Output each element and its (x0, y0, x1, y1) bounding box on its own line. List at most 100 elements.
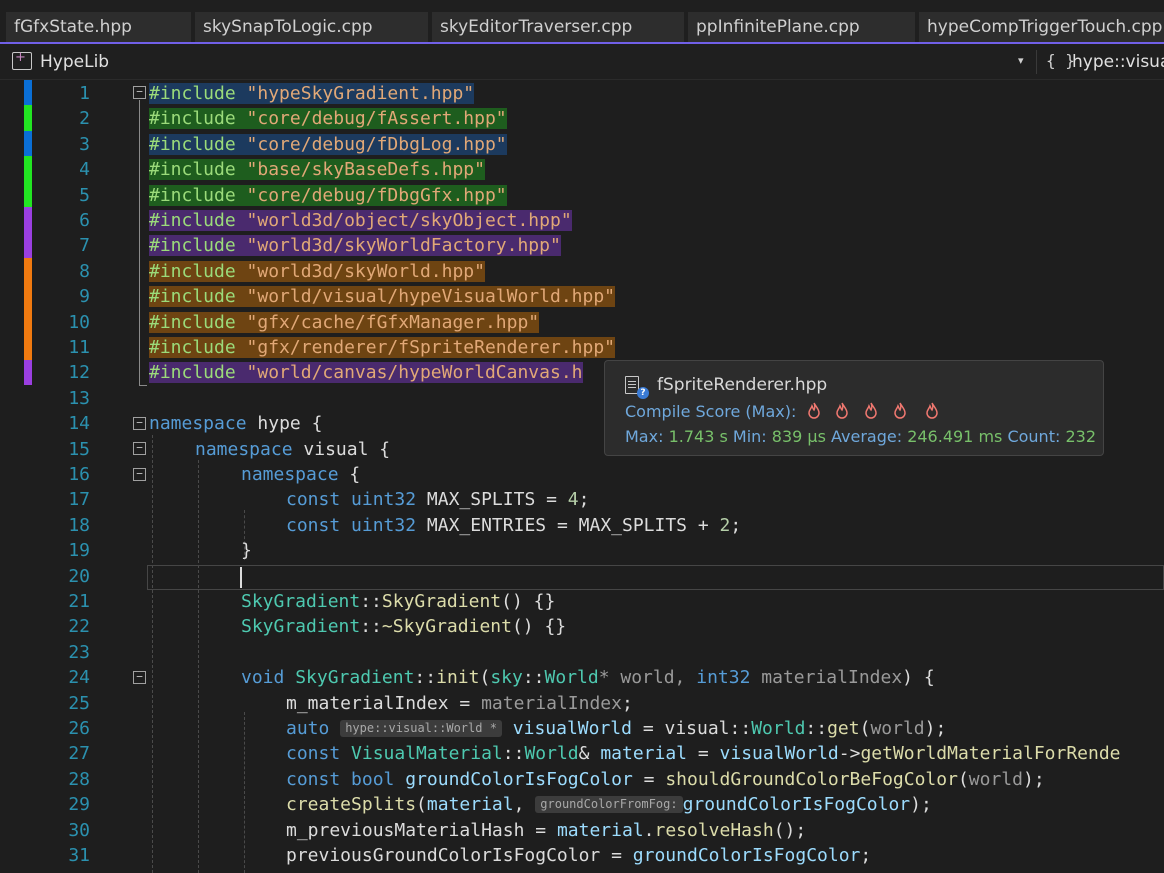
line-number: 5 (79, 185, 90, 206)
line-number: 24 (68, 667, 90, 688)
code-line: auto hype::visual::World * visualWorld =… (286, 718, 947, 739)
compile-score-tooltip: ? fSpriteRenderer.hpp Compile Score (Max… (604, 360, 1104, 456)
code-line: const VisualMaterial::World& material = … (286, 743, 1121, 764)
line-number: 2 (79, 108, 90, 129)
line-number: 26 (68, 718, 90, 739)
flame-icon (925, 402, 939, 420)
count-value: 232 (1065, 427, 1096, 446)
code-line: namespace { (241, 464, 361, 485)
change-bar (24, 105, 32, 131)
code-line: m_previousMaterialHash = material.resolv… (286, 820, 807, 841)
code-line: #include "core/debug/fDbgGfx.hpp" (149, 185, 507, 206)
line-number: 16 (68, 464, 90, 485)
line-number: 7 (79, 235, 90, 256)
scope-braces-icon: { } (1046, 51, 1075, 70)
tooltip-filename: fSpriteRenderer.hpp (657, 375, 828, 395)
current-line-highlight (147, 565, 1164, 590)
code-line: } (241, 540, 252, 561)
change-bar (24, 258, 32, 360)
line-number: 11 (68, 337, 90, 358)
line-number: 30 (68, 820, 90, 841)
line-number: 13 (68, 388, 90, 409)
code-line: SkyGradient::SkyGradient() {} (241, 591, 556, 612)
min-value: 839 µs (771, 427, 826, 446)
change-bar (24, 80, 32, 105)
line-number: 21 (68, 591, 90, 612)
indent-guide (198, 460, 199, 873)
max-value: 1.743 s (668, 427, 728, 446)
line-number: 10 (68, 312, 90, 333)
line-number: 18 (68, 515, 90, 536)
code-line: #include "gfx/cache/fGfxManager.hpp" (149, 312, 540, 333)
outline-guide (139, 385, 147, 386)
fold-toggle[interactable]: − (133, 442, 146, 455)
project-selector[interactable]: HypeLib (40, 52, 109, 72)
code-line: const uint32 MAX_ENTRIES = MAX_SPLITS + … (286, 515, 742, 536)
code-line: #include "base/skyBaseDefs.hpp" (149, 159, 485, 180)
line-number: 6 (79, 210, 90, 231)
tab-bar: fGfxState.hpp skySnapToLogic.cpp skyEdit… (0, 0, 1164, 42)
line-number: 20 (68, 566, 90, 587)
tab-skyeditortraverser[interactable]: skyEditorTraverser.cpp (432, 12, 684, 42)
line-number: 1 (79, 83, 90, 104)
line-number: 27 (68, 743, 90, 764)
tab-fgfxstate[interactable]: fGfxState.hpp (6, 12, 191, 42)
code-line: #include "world3d/object/skyObject.hpp" (149, 210, 572, 231)
indent-guide (152, 435, 153, 873)
code-line: #include "core/debug/fAssert.hpp" (149, 108, 507, 129)
code-line: namespace hype { (149, 413, 323, 434)
average-label: Average: (831, 427, 903, 446)
average-value: 246.491 ms (907, 427, 1003, 446)
chevron-down-icon[interactable]: ▾ (1018, 54, 1024, 67)
flame-icon (864, 402, 878, 420)
code-line: #include "world3d/skyWorld.hpp" (149, 261, 485, 282)
code-line: namespace visual { (195, 439, 391, 460)
change-bar (24, 131, 32, 156)
code-line: const bool groundColorIsFogColor = shoul… (286, 769, 1045, 790)
flame-icon (893, 402, 907, 420)
code-line: #include "core/debug/fDbgLog.hpp" (149, 134, 507, 155)
tab-skysnaptologic[interactable]: skySnapToLogic.cpp (195, 12, 428, 42)
outline-guide (139, 100, 140, 386)
line-number: 17 (68, 489, 90, 510)
compile-score-label: Compile Score (Max): (625, 402, 797, 421)
indent-guide (244, 712, 245, 873)
line-number: 19 (68, 540, 90, 561)
tab-ppinfiniteplane[interactable]: ppInfinitePlane.cpp (688, 12, 915, 42)
code-line: createSplits(material, groundColorFromFo… (286, 794, 932, 815)
fold-toggle[interactable]: − (133, 86, 146, 99)
flame-icon (835, 402, 849, 420)
fold-toggle[interactable]: − (133, 417, 146, 430)
code-editor[interactable]: 1 2 3 4 5 6 7 8 9 10 11 12 13 14 15 16 1… (0, 80, 1164, 873)
change-bar (24, 360, 32, 385)
min-label: Min: (732, 427, 767, 446)
code-line: #include "hypeSkyGradient.hpp" (149, 83, 475, 104)
count-label: Count: (1007, 427, 1061, 446)
line-number: 31 (68, 845, 90, 866)
line-number: 8 (79, 261, 90, 282)
line-number: 23 (68, 642, 90, 663)
code-line: #include "gfx/renderer/fSpriteRenderer.h… (149, 337, 616, 358)
scope-selector[interactable]: hype::visual (1072, 52, 1164, 72)
help-icon: ? (637, 387, 649, 399)
fold-toggle[interactable]: − (133, 671, 146, 684)
tab-hypecomptriggertouch[interactable]: hypeCompTriggerTouch.cpp (919, 12, 1164, 42)
line-number: 12 (68, 362, 90, 383)
max-label: Max: (625, 427, 664, 446)
code-line: #include "world/visual/hypeVisualWorld.h… (149, 286, 616, 307)
line-number: 3 (79, 134, 90, 155)
line-number: 15 (68, 439, 90, 460)
code-line: #include "world3d/skyWorldFactory.hpp" (149, 235, 561, 256)
flame-icon (807, 402, 821, 420)
inlay-hint: hype::visual::World * (340, 720, 502, 737)
code-line: const uint32 MAX_SPLITS = 4; (286, 489, 590, 510)
inlay-hint: groundColorFromFog: (535, 796, 683, 813)
line-number: 25 (68, 693, 90, 714)
line-number: 4 (79, 159, 90, 180)
line-number: 9 (79, 286, 90, 307)
navbar-divider (1036, 50, 1037, 74)
code-line: #include "world/canvas/hypeWorldCanvas.h (149, 362, 583, 383)
line-number: 22 (68, 616, 90, 637)
fold-toggle[interactable]: − (133, 468, 146, 481)
code-line: previousGroundColorIsFogColor = groundCo… (286, 845, 872, 866)
